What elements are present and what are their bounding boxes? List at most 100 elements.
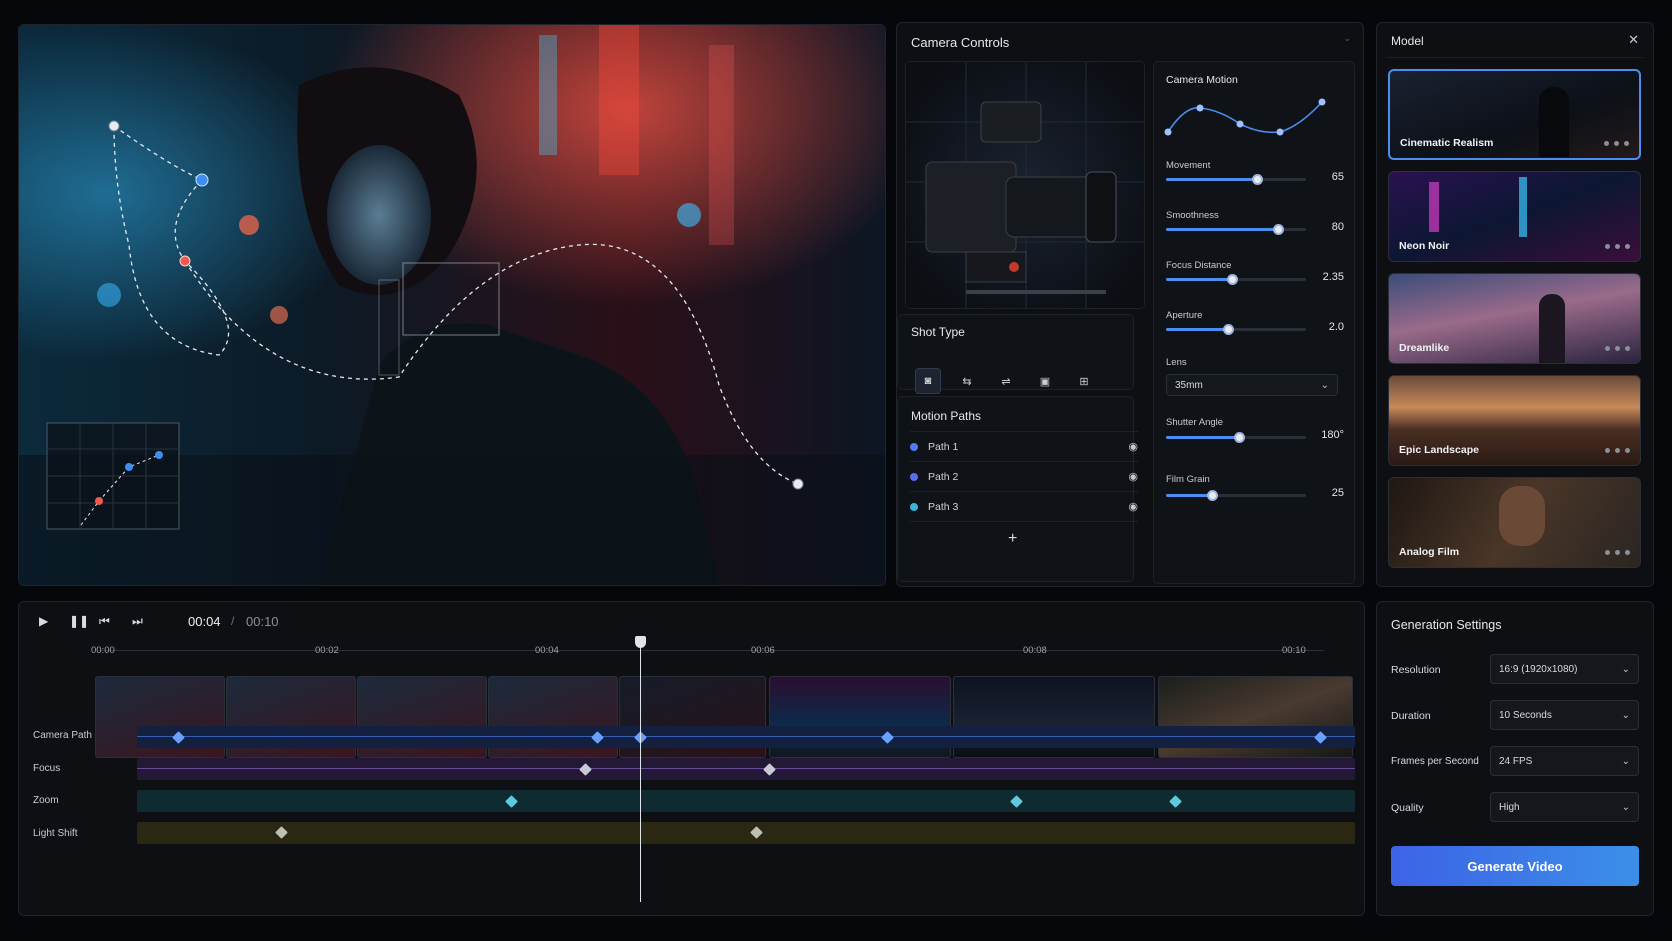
add-path-button[interactable]: + (1008, 530, 1017, 548)
shutter-angle-slider[interactable] (1166, 432, 1306, 443)
camera-preview (905, 61, 1145, 309)
more-icon[interactable] (1605, 244, 1630, 249)
path-label: Path 3 (928, 500, 959, 513)
eye-icon[interactable]: ◉ (1128, 500, 1138, 513)
camera-motion-section: Camera Motion Movement 65 Smoothness 80 … (1153, 61, 1355, 584)
fps-label: Frames per Second (1391, 756, 1479, 767)
shot-type-title: Shot Type (911, 325, 965, 339)
model-panel: Model ✕ Cinematic Realism Neon Noir Drea… (1376, 22, 1654, 587)
path-row-2[interactable]: Path 2 ◉ (910, 462, 1138, 492)
model-card-neon-noir[interactable]: Neon Noir (1388, 171, 1641, 262)
track-label-zoom: Zoom (33, 795, 59, 806)
quality-value: High (1499, 801, 1520, 813)
chevron-down-icon: ⌄ (1621, 755, 1630, 767)
movement-slider[interactable] (1166, 174, 1306, 185)
lens-label: Lens (1166, 357, 1187, 368)
generation-settings-title: Generation Settings (1391, 618, 1502, 632)
preview-frame (19, 25, 885, 585)
focus-distance-slider[interactable] (1166, 274, 1306, 285)
current-time: 00:04 (188, 614, 221, 629)
path-label: Path 2 (928, 470, 959, 483)
shutter-angle-value: 180° (1321, 429, 1344, 441)
camera-rig-image (906, 62, 1144, 308)
fps-select[interactable]: 24 FPS ⌄ (1490, 746, 1639, 776)
resolution-select[interactable]: 16:9 (1920x1080) ⌄ (1490, 654, 1639, 684)
film-grain-slider[interactable] (1166, 490, 1306, 501)
lens-value: 35mm (1175, 379, 1203, 391)
time-separator: / (231, 614, 235, 628)
movement-value: 65 (1331, 171, 1344, 183)
aperture-value: 2.0 (1328, 321, 1344, 333)
generate-video-button[interactable]: Generate Video (1391, 846, 1639, 886)
smoothness-slider[interactable] (1166, 224, 1306, 235)
shot-type-closeup-icon[interactable]: ▣ (1032, 368, 1058, 394)
skip-forward-icon[interactable]: ⏭ (132, 614, 143, 629)
chevron-down-icon: ⌄ (1621, 801, 1630, 813)
skip-back-icon[interactable]: ⏮ (99, 614, 110, 629)
model-name: Dreamlike (1399, 342, 1450, 354)
more-icon[interactable] (1604, 141, 1629, 146)
tick-label: 00:00 (91, 645, 115, 656)
duration-select[interactable]: 10 Seconds ⌄ (1490, 700, 1639, 730)
chevron-down-icon: ⌄ (1320, 379, 1329, 391)
playhead-handle[interactable] (635, 636, 646, 648)
model-name: Neon Noir (1399, 240, 1450, 252)
path-color-dot (910, 502, 918, 511)
generation-settings-panel: Generation Settings Resolution 16:9 (192… (1376, 601, 1654, 916)
collapse-icon[interactable]: ⌄ (1343, 33, 1351, 44)
model-name: Epic Landscape (1399, 444, 1479, 456)
track-focus[interactable] (137, 758, 1355, 780)
track-light-shift[interactable] (137, 822, 1355, 844)
close-icon[interactable]: ✕ (1628, 32, 1639, 48)
video-preview[interactable] (18, 24, 886, 586)
camera-controls-panel: Camera Controls ⌄ Shot Type ◙ ⇆ ⇌ ▣ ⊞ Mo… (896, 22, 1364, 587)
path-row-1[interactable]: Path 1 ◉ (910, 432, 1138, 462)
eye-icon[interactable]: ◉ (1128, 470, 1138, 483)
more-icon[interactable] (1605, 550, 1630, 555)
eye-icon[interactable]: ◉ (1128, 440, 1138, 453)
fps-value: 24 FPS (1499, 755, 1533, 767)
more-icon[interactable] (1605, 346, 1630, 351)
more-icon[interactable] (1605, 448, 1630, 453)
film-grain-label: Film Grain (1166, 474, 1210, 485)
motion-curve-graph[interactable] (1160, 92, 1350, 152)
tick-label: 00:10 (1282, 645, 1306, 656)
track-label-camera-path: Camera Path (33, 730, 92, 741)
model-name: Cinematic Realism (1400, 137, 1494, 149)
quality-select[interactable]: High ⌄ (1490, 792, 1639, 822)
resolution-value: 16:9 (1920x1080) (1499, 663, 1578, 675)
model-card-analog-film[interactable]: Analog Film (1388, 477, 1641, 568)
shot-type-camera-icon[interactable]: ◙ (915, 368, 941, 394)
motion-paths-title: Motion Paths (911, 409, 982, 423)
track-label-light-shift: Light Shift (33, 828, 78, 839)
pause-icon[interactable]: ❚❚ (69, 614, 89, 628)
model-card-dreamlike[interactable]: Dreamlike (1388, 273, 1641, 364)
duration-value: 10 Seconds (1499, 709, 1552, 721)
movement-label: Movement (1166, 160, 1211, 171)
path-row-3[interactable]: Path 3 ◉ (910, 492, 1138, 522)
motion-paths-section: Motion Paths Path 1 ◉ Path 2 ◉ Path 3 ◉ … (897, 396, 1138, 582)
play-icon[interactable]: ▶ (39, 614, 48, 628)
film-grain-value: 25 (1331, 487, 1344, 499)
smoothness-value: 80 (1331, 221, 1344, 233)
chevron-down-icon: ⌄ (1621, 663, 1630, 675)
aperture-slider[interactable] (1166, 324, 1306, 335)
chevron-down-icon: ⌄ (1621, 709, 1630, 721)
tick-label: 00:08 (1023, 645, 1047, 656)
track-camera-path[interactable] (137, 726, 1355, 748)
model-card-epic-landscape[interactable]: Epic Landscape (1388, 375, 1641, 466)
track-label-focus: Focus (33, 763, 61, 774)
playhead[interactable] (640, 640, 641, 902)
shot-type-wide-icon[interactable]: ⇆ (954, 368, 980, 394)
timeline-panel: ▶ ❚❚ ⏮ ⏭ 00:04 / 00:10 00:00 00:02 00:04… (18, 601, 1365, 916)
path-color-dot (910, 442, 918, 451)
model-title: Model (1391, 34, 1424, 48)
camera-controls-title: Camera Controls (911, 35, 1010, 50)
resolution-label: Resolution (1391, 664, 1441, 676)
shot-type-track-icon[interactable]: ⇌ (993, 368, 1019, 394)
shot-type-overhead-icon[interactable]: ⊞ (1071, 368, 1097, 394)
lens-select[interactable]: 35mm ⌄ (1166, 374, 1338, 396)
model-card-cinematic-realism[interactable]: Cinematic Realism (1388, 69, 1641, 160)
model-name: Analog Film (1399, 546, 1460, 558)
tick-label: 00:06 (751, 645, 775, 656)
